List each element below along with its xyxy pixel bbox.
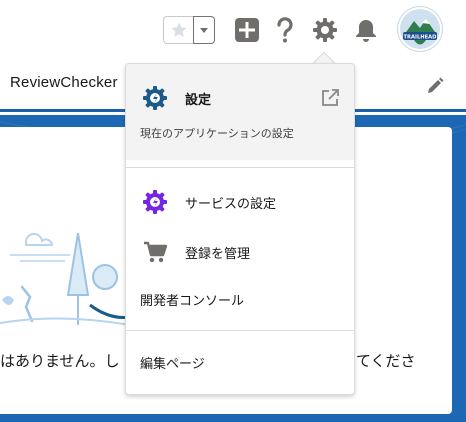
empty-state-illustration — [0, 232, 130, 326]
menu-item-label: サービスの設定 — [185, 196, 277, 212]
empty-state-text-left: はありません。し — [0, 353, 120, 370]
menu-divider — [126, 330, 354, 331]
menu-item-sublabel: 現在のアプリケーションの設定 — [140, 127, 294, 140]
menu-item-label: 設定 — [185, 92, 212, 108]
setup-button[interactable] — [311, 16, 339, 44]
menu-item-edit-page[interactable]: 編集ページ — [126, 349, 354, 375]
menu-item-setup[interactable]: 設定 — [126, 84, 354, 112]
notifications-button[interactable] — [352, 16, 380, 44]
favorites-button[interactable] — [163, 16, 193, 44]
menu-item-developer-console[interactable]: 開発者コンソール — [126, 286, 354, 312]
setup-dropdown-menu: 設定 現在のアプリケーションの設定 サービスの設定 登録を管理 開発者コンソール — [125, 63, 355, 395]
chevron-down-icon — [200, 28, 208, 33]
cart-icon — [144, 241, 168, 263]
global-header: TRAILHEAD — [0, 0, 466, 60]
menu-item-service-setup[interactable]: サービスの設定 — [126, 188, 354, 216]
menu-item-manage-subscription[interactable]: 登録を管理 — [126, 238, 354, 266]
plus-icon — [235, 18, 259, 42]
external-link-icon[interactable] — [320, 88, 340, 108]
svg-text:TRAILHEAD: TRAILHEAD — [404, 35, 438, 41]
empty-state-text-right: てくださ — [356, 353, 416, 370]
menu-divider — [126, 167, 354, 168]
menu-item-label: 登録を管理 — [185, 246, 251, 262]
bell-icon — [356, 20, 376, 42]
favorites-menu-button[interactable] — [193, 16, 215, 44]
trailhead-avatar-icon: TRAILHEAD — [400, 9, 440, 49]
star-icon — [171, 22, 186, 37]
gear-icon — [313, 18, 337, 42]
avatar[interactable]: TRAILHEAD — [398, 7, 442, 51]
menu-item-label: 開発者コンソール — [140, 293, 245, 309]
favorites-group — [163, 16, 215, 44]
service-setup-icon — [143, 190, 167, 214]
edit-nav-button[interactable] — [425, 76, 445, 96]
global-actions-button[interactable] — [233, 16, 261, 44]
app-name: ReviewChecker — [10, 74, 118, 91]
pencil-icon — [428, 77, 444, 93]
question-icon — [277, 17, 293, 43]
menu-item-label: 編集ページ — [140, 356, 205, 372]
setup-menu-header — [126, 64, 354, 160]
help-button[interactable] — [271, 16, 299, 44]
setup-gear-icon — [143, 86, 167, 110]
